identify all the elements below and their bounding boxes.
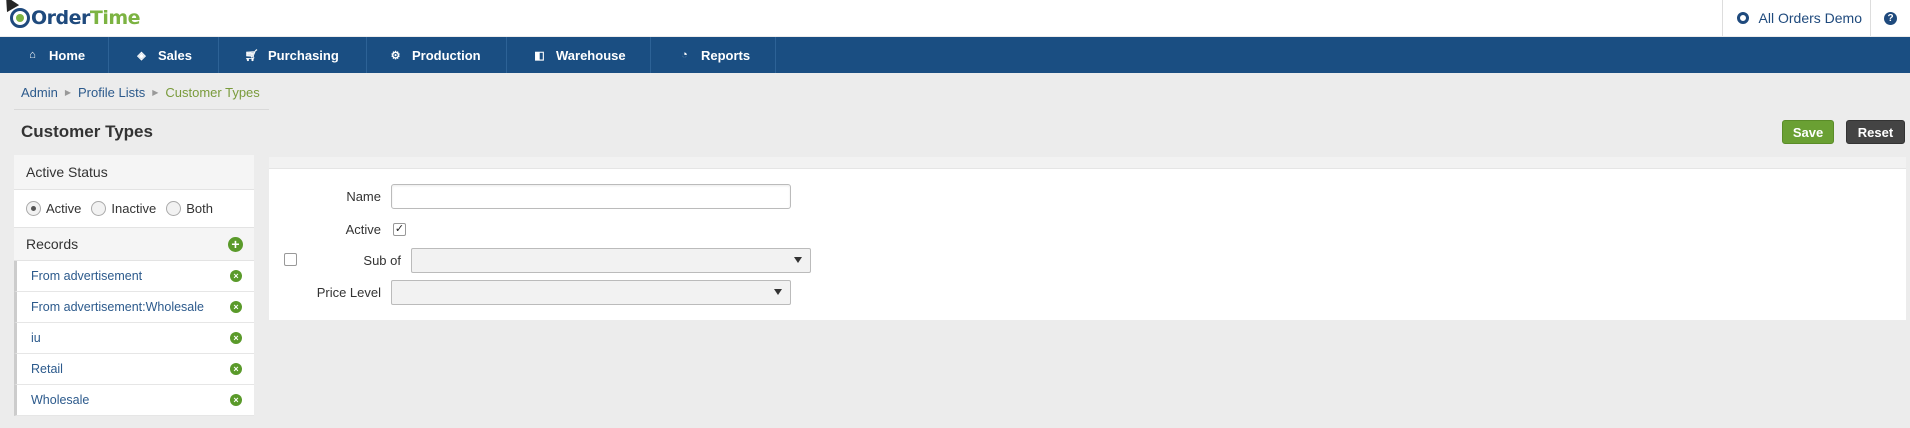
list-item[interactable]: From advertisement:Wholesale × [14,292,254,323]
reset-button[interactable]: Reset [1846,120,1905,144]
breadcrumb-profile-lists[interactable]: Profile Lists [78,85,145,100]
cogs-icon: ⚙ [390,49,401,62]
radio-active[interactable]: Active [26,201,81,216]
records-heading-label: Records [26,236,79,252]
active-status-heading: Active Status [14,155,254,190]
active-checkbox[interactable]: ✓ [393,223,406,236]
list-item[interactable]: Retail × [14,354,254,385]
active-label: Active [345,222,381,237]
chevron-right-icon: ▶ [64,88,72,97]
save-button[interactable]: Save [1782,120,1834,144]
remove-record-icon[interactable]: × [230,394,242,406]
tag-icon: ◈ [137,49,146,62]
radio-both-dot[interactable] [166,201,182,216]
price-level-select[interactable] [391,280,791,305]
nav-production-label: Production [412,47,481,63]
customer-type-form: Name Active ✓ Sub of Price Level [269,157,1906,320]
radio-inactive[interactable]: Inactive [91,201,156,216]
name-input[interactable] [391,184,791,209]
dropdown-arrow-icon [774,289,782,295]
pie-chart-icon: ◔ [681,49,688,61]
list-item[interactable]: From advertisement × [14,261,254,292]
name-label: Name [346,189,381,204]
records-heading: Records + [14,228,254,261]
record-label[interactable]: From advertisement [31,269,142,283]
company-switcher[interactable]: All Orders Demo [1721,0,1862,36]
main-nav: ⌂ Home ◈ Sales 🛒︎ Purchasing ⚙ Productio… [0,37,1910,73]
nav-sales-label: Sales [158,47,192,63]
add-record-icon[interactable]: + [228,237,243,252]
radio-active-dot[interactable] [26,201,41,216]
list-item[interactable]: Wholesale × [14,385,254,416]
gear-icon [1736,12,1749,24]
nav-sales[interactable]: ◈ Sales [109,37,219,73]
top-bar: Order Time All Orders Demo ? [0,0,1910,36]
logo-text-time: Time [89,7,141,29]
home-icon: ⌂ [29,49,36,61]
nav-reports[interactable]: ◔ Reports [651,37,776,73]
radio-both[interactable]: Both [166,201,213,216]
help-icon: ? [1884,11,1897,25]
record-label[interactable]: From advertisement:Wholesale [31,300,204,314]
remove-record-icon[interactable]: × [230,363,242,375]
nav-home[interactable]: ⌂ Home [0,37,109,73]
box-icon: ◧ [534,49,545,62]
nav-warehouse[interactable]: ◧ Warehouse [507,37,651,73]
price-level-label: Price Level [316,285,381,300]
nav-purchasing[interactable]: 🛒︎ Purchasing [219,37,367,73]
sub-of-enable-checkbox[interactable] [284,253,297,266]
sub-of-select[interactable] [411,248,811,273]
breadcrumb-current: Customer Types [165,85,260,100]
breadcrumb-admin[interactable]: Admin [21,85,58,100]
records-sidebar: Active Status Active Inactive Both Recor… [14,155,254,416]
ordertime-logo[interactable]: Order Time [10,3,141,33]
logo-mark-icon [10,8,30,28]
record-label[interactable]: Retail [31,362,63,376]
active-status-radio-group: Active Inactive Both [14,190,254,228]
nav-home-label: Home [49,47,86,63]
radio-inactive-dot[interactable] [91,201,107,216]
nav-warehouse-label: Warehouse [556,47,626,63]
company-name: All Orders Demo [1758,10,1862,26]
dropdown-arrow-icon [794,257,802,263]
remove-record-icon[interactable]: × [230,301,242,313]
cart-icon: 🛒︎ [244,49,259,62]
radio-inactive-label: Inactive [111,201,157,216]
nav-reports-label: Reports [701,47,751,63]
nav-purchasing-label: Purchasing [268,47,339,63]
remove-record-icon[interactable]: × [230,332,242,344]
list-item[interactable]: iu × [14,323,254,354]
help-button[interactable]: ? [1870,0,1910,36]
record-label[interactable]: iu [31,331,41,345]
chevron-right-icon: ▶ [152,88,159,97]
breadcrumb-divider [14,109,269,110]
radio-both-label: Both [186,201,213,216]
remove-record-icon[interactable]: × [230,270,242,282]
nav-production[interactable]: ⚙ Production [367,37,507,73]
breadcrumb: Admin ▶ Profile Lists ▶ Customer Types [21,85,260,100]
logo-text-order: Order [31,7,90,29]
radio-active-label: Active [46,201,82,216]
form-header-strip [269,157,1906,169]
record-label[interactable]: Wholesale [31,393,89,407]
sub-of-label: Sub of [363,253,401,268]
page-title: Customer Types [21,122,153,141]
